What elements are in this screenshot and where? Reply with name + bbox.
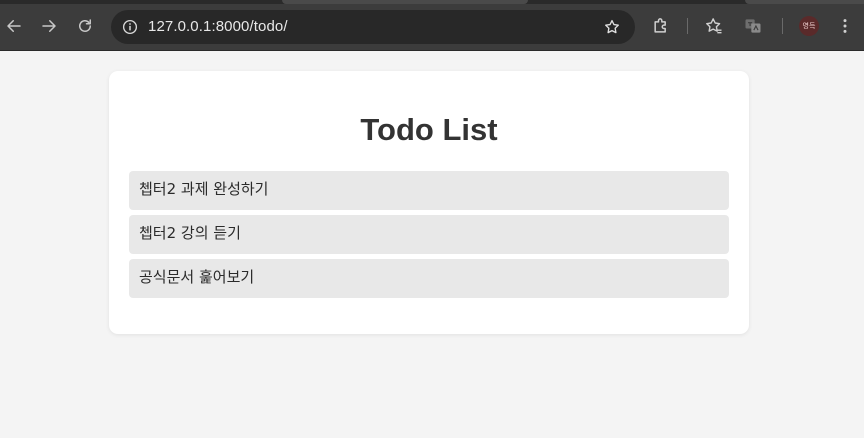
page-title: Todo List: [360, 112, 498, 147]
address-bar[interactable]: 127.0.0.1:8000/todo/: [111, 10, 635, 44]
info-icon[interactable]: [121, 18, 139, 36]
tab-strip: [0, 0, 864, 4]
favorites-button[interactable]: [704, 16, 724, 36]
reload-button[interactable]: [74, 15, 96, 37]
translate-button[interactable]: [743, 16, 763, 36]
forward-button[interactable]: [38, 15, 60, 37]
profile-avatar[interactable]: 영득: [799, 16, 819, 36]
back-arrow-icon: [7, 20, 21, 32]
back-button[interactable]: [3, 15, 25, 37]
page-viewport: Todo List 쳅터2 과제 완성하기 쳅터2 강의 듣기 공식문서 훑어보…: [0, 51, 864, 438]
kebab-menu-icon: [843, 19, 847, 33]
todo-item[interactable]: 쳅터2 과제 완성하기: [129, 171, 729, 210]
todo-list: 쳅터2 과제 완성하기 쳅터2 강의 듣기 공식문서 훑어보기: [129, 171, 729, 303]
toolbar-divider: [782, 18, 783, 34]
todo-card: Todo List 쳅터2 과제 완성하기 쳅터2 강의 듣기 공식문서 훑어보…: [109, 71, 749, 334]
toolbar-divider: [687, 18, 688, 34]
puzzle-icon: [654, 18, 666, 33]
reload-icon: [79, 19, 91, 32]
url-text[interactable]: 127.0.0.1:8000/todo/: [148, 18, 288, 36]
extensions-button[interactable]: [651, 16, 671, 36]
todo-item[interactable]: 쳅터2 강의 듣기: [129, 215, 729, 254]
star-list-icon: [706, 18, 722, 34]
browser-menu-button[interactable]: [835, 16, 855, 36]
star-icon[interactable]: [603, 18, 621, 36]
tab[interactable]: [745, 0, 864, 4]
active-tab[interactable]: [282, 0, 528, 4]
forward-arrow-icon: [42, 20, 56, 32]
translate-icon: [745, 19, 761, 33]
todo-item[interactable]: 공식문서 훑어보기: [129, 259, 729, 298]
browser-toolbar: 127.0.0.1:8000/todo/ 영득: [0, 0, 864, 51]
